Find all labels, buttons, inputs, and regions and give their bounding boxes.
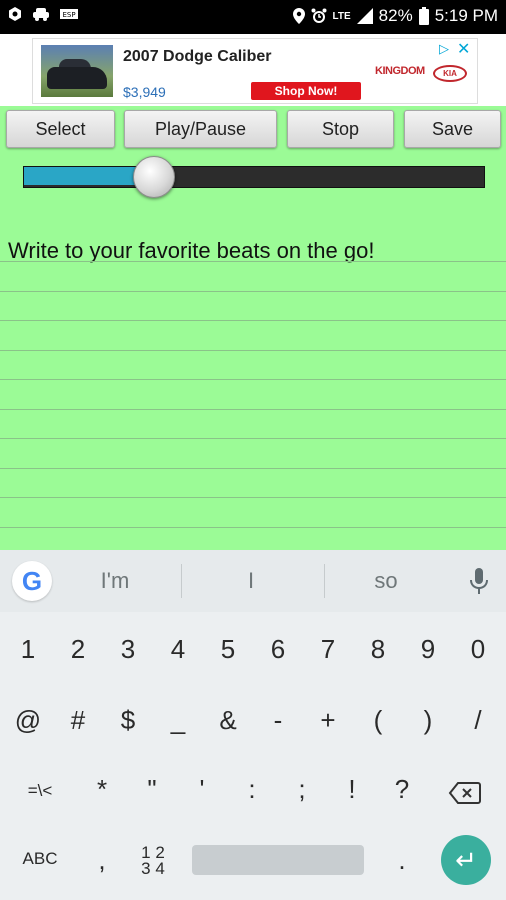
ruled-line: [0, 290, 506, 292]
alarm-icon: [311, 8, 326, 23]
key-number-8[interactable]: 9: [406, 634, 450, 665]
ad-banner[interactable]: 2007 Dodge Caliber $3,949 Shop Now! KING…: [32, 38, 478, 104]
stop-button[interactable]: Stop: [287, 110, 394, 148]
play-pause-button[interactable]: Play/Pause: [124, 110, 277, 148]
suggestion-1[interactable]: I'm: [65, 568, 165, 594]
enter-key[interactable]: ↵: [441, 835, 491, 885]
status-bar: ESP LTE 82% 5:19 PM: [0, 0, 506, 34]
ruled-line: [0, 438, 506, 439]
network-type: LTE: [332, 10, 351, 22]
seek-slider[interactable]: [23, 156, 485, 198]
ruled-line: [0, 261, 506, 262]
key-number-6[interactable]: 7: [306, 634, 350, 665]
slider-thumb[interactable]: [132, 156, 175, 198]
ad-dealer-logo: KINGDOM: [375, 65, 425, 77]
key-symbol-3[interactable]: _: [156, 705, 200, 736]
key-number-5[interactable]: 6: [256, 634, 300, 665]
period-key[interactable]: .: [380, 845, 424, 876]
ad-price: $3,949: [123, 84, 166, 100]
key-number-2[interactable]: 3: [106, 634, 150, 665]
ruled-line: [0, 497, 506, 498]
suggestion-3[interactable]: so: [336, 568, 436, 594]
ruled-line: [0, 349, 506, 351]
key-number-0[interactable]: 1: [6, 634, 50, 665]
ruled-line: [0, 408, 506, 410]
microphone-icon[interactable]: [468, 566, 490, 596]
ad-title: 2007 Dodge Caliber: [123, 48, 272, 65]
key-symbol2-2[interactable]: ": [130, 774, 174, 805]
key-symbol-6[interactable]: +: [306, 705, 350, 736]
key-symbol-5[interactable]: -: [256, 705, 300, 736]
key-symbol2-4[interactable]: :: [230, 774, 274, 805]
space-bar[interactable]: [192, 845, 364, 875]
key-symbol-0[interactable]: @: [6, 705, 50, 736]
key-symbol-2[interactable]: $: [106, 705, 150, 736]
ad-choices-icon[interactable]: ▷: [439, 41, 449, 57]
key-symbol-7[interactable]: (: [356, 705, 400, 736]
ruled-line: [0, 526, 506, 528]
key-number-1[interactable]: 2: [56, 634, 100, 665]
car-icon: [33, 8, 49, 21]
key-number-3[interactable]: 4: [156, 634, 200, 665]
key-symbol-1[interactable]: #: [56, 705, 100, 736]
key-number-4[interactable]: 5: [206, 634, 250, 665]
ad-banner-area: 2007 Dodge Caliber $3,949 Shop Now! KING…: [0, 34, 506, 106]
key-symbol2-5[interactable]: ;: [280, 774, 324, 805]
key-symbol2-0[interactable]: =\<: [18, 781, 62, 801]
key-symbol2-1[interactable]: *: [80, 774, 124, 805]
close-icon[interactable]: ✕: [457, 39, 470, 59]
clock: 5:19 PM: [434, 6, 498, 25]
player-toolbar: Select Play/Pause Stop Save: [0, 107, 506, 149]
suggestion-2[interactable]: I: [201, 568, 301, 594]
save-button[interactable]: Save: [404, 110, 501, 148]
select-button[interactable]: Select: [6, 110, 115, 148]
ad-shop-now-button[interactable]: Shop Now!: [251, 82, 361, 100]
ad-car-image: [41, 45, 113, 97]
key-symbol-8[interactable]: ): [406, 705, 450, 736]
suggestion-bar: G I'm I so: [0, 550, 506, 612]
location-icon: [292, 8, 305, 24]
key-symbol-9[interactable]: /: [456, 705, 500, 736]
key-symbol-4[interactable]: &: [206, 705, 250, 736]
key-symbol2-6[interactable]: !: [330, 774, 374, 805]
key-symbol2-7[interactable]: ?: [380, 774, 424, 805]
comma-key[interactable]: ,: [80, 845, 124, 876]
battery-percent: 82%: [378, 6, 413, 25]
numpad-key[interactable]: 1 2 3 4: [131, 844, 175, 877]
signal-icon: [356, 8, 373, 24]
key-number-9[interactable]: 0: [456, 634, 500, 665]
google-icon[interactable]: G: [12, 561, 52, 601]
key-number-7[interactable]: 8: [356, 634, 400, 665]
battery-icon: [418, 7, 429, 25]
abc-key[interactable]: ABC: [10, 849, 70, 869]
soft-keyboard: G I'm I so ABC , 1 2 3 4 . ↵ 1 2 3 4 5 6 7 8 9 0 @…: [0, 550, 506, 900]
voicemail-icon: ESP: [60, 9, 78, 19]
ruled-line: [0, 320, 506, 321]
svg-text:ESP: ESP: [62, 11, 75, 19]
ad-brand-logo: KIA: [433, 65, 467, 82]
settings-icon: [9, 7, 21, 21]
ruled-line: [0, 467, 506, 469]
lyrics-notepad[interactable]: Write to your favorite beats on the go!: [0, 200, 506, 550]
backspace-icon[interactable]: [448, 781, 482, 805]
ruled-line: [0, 379, 506, 380]
key-symbol2-3[interactable]: ': [180, 774, 224, 805]
